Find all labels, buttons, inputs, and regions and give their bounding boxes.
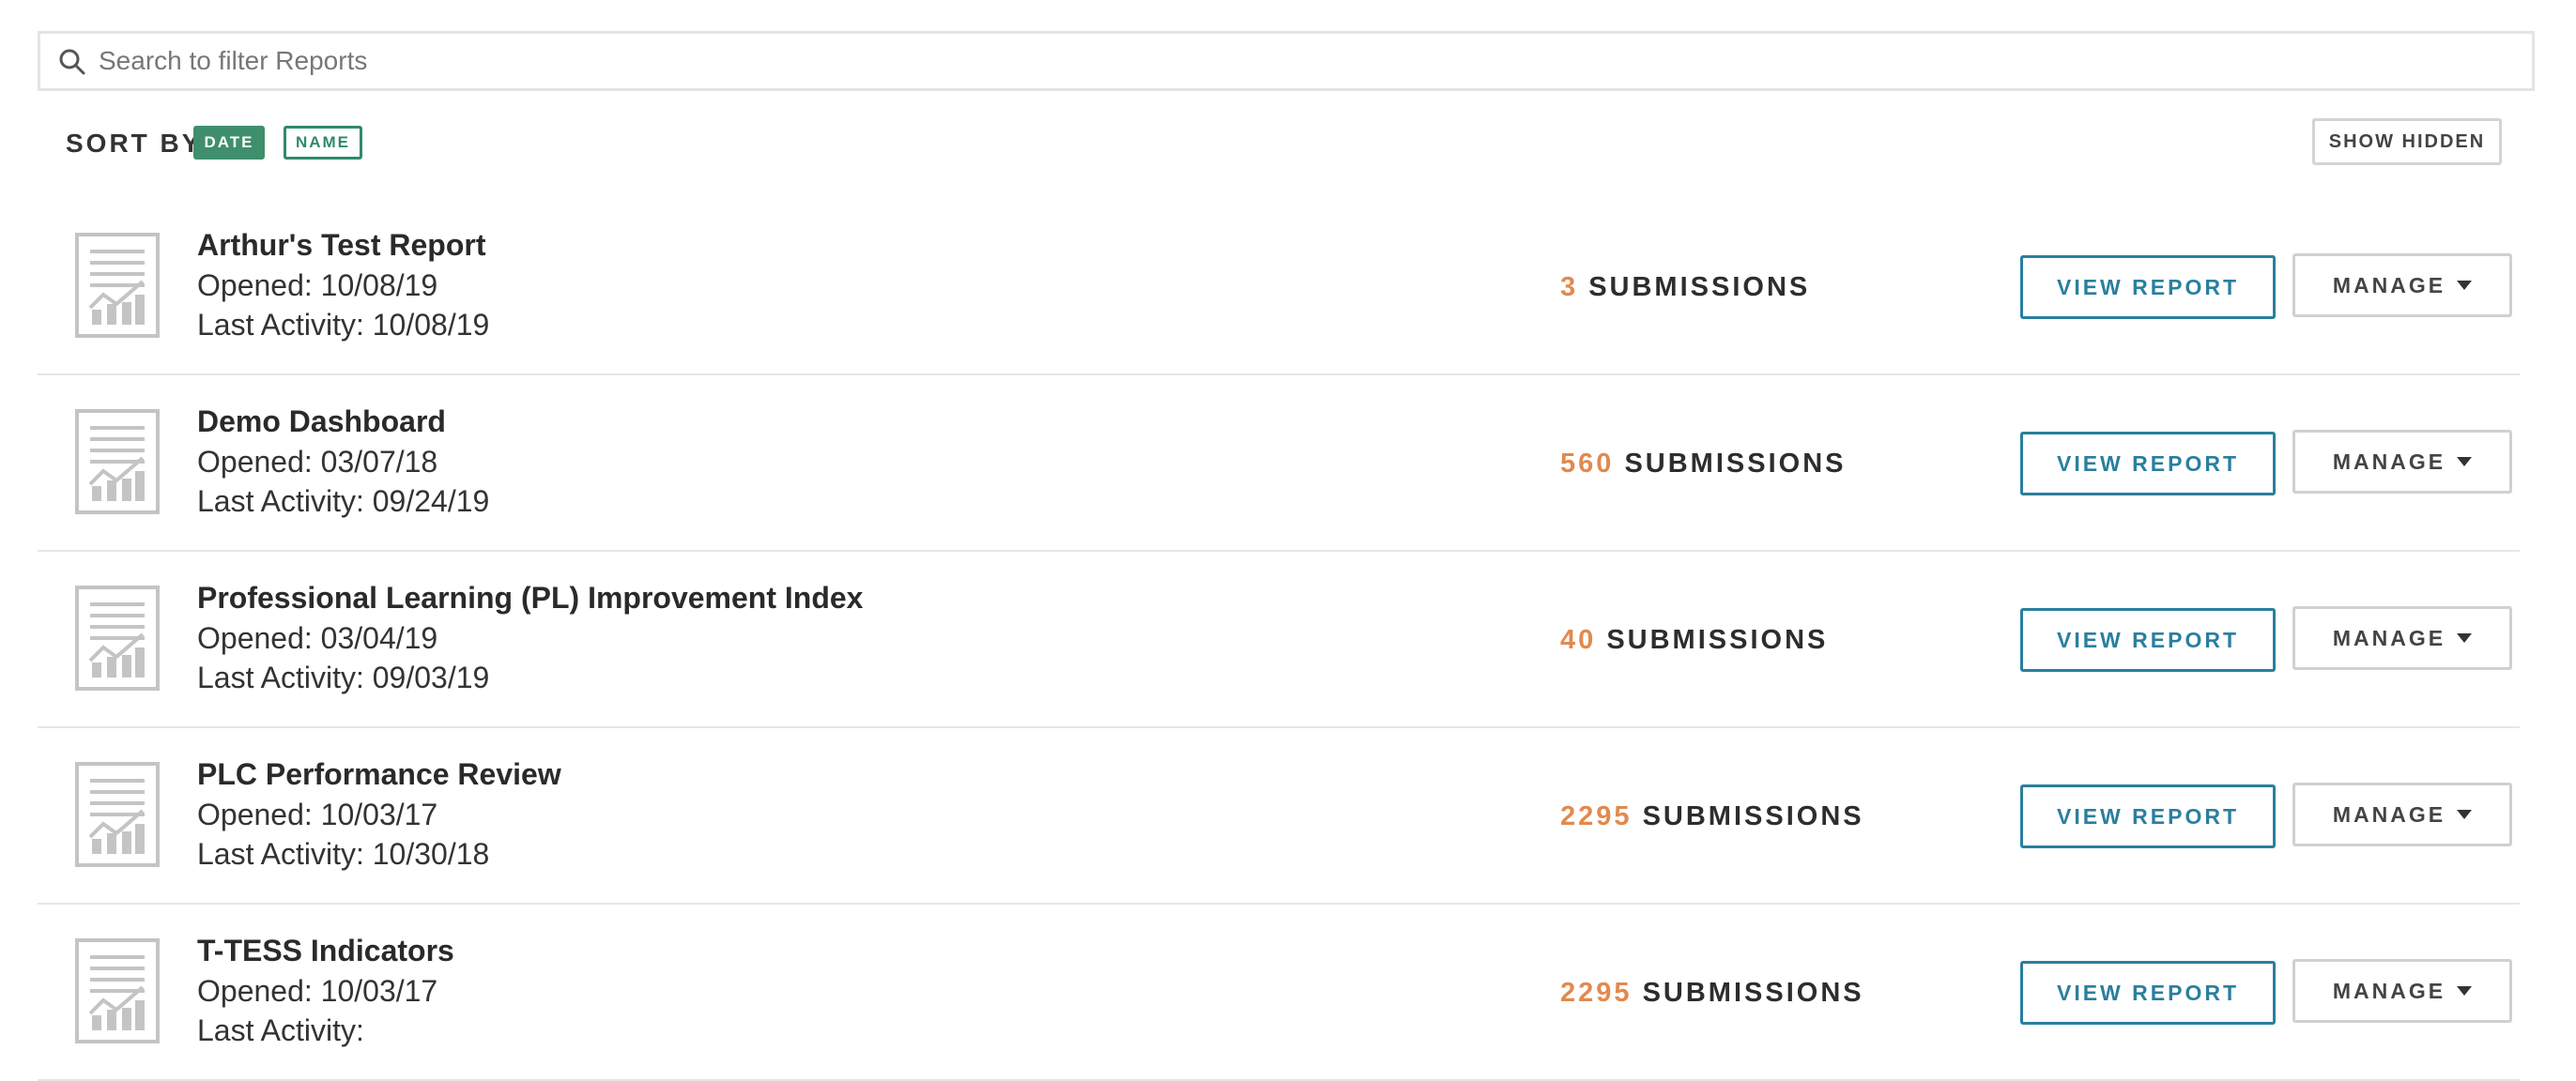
view-report-button[interactable]: VIEW REPORT	[2020, 608, 2276, 672]
view-report-button[interactable]: VIEW REPORT	[2020, 255, 2276, 319]
submissions-count: 2295	[1560, 978, 1633, 1008]
manage-button-label: MANAGE	[2332, 978, 2446, 1003]
submissions-count: 2295	[1560, 801, 1633, 831]
submissions-summary: 2295 SUBMISSIONS	[1560, 978, 1864, 1009]
caret-down-icon	[2457, 633, 2473, 643]
manage-button-label: MANAGE	[2332, 801, 2446, 827]
submissions-count: 3	[1560, 272, 1579, 302]
submissions-label: SUBMISSIONS	[1606, 625, 1829, 655]
caret-down-icon	[2457, 810, 2473, 819]
report-document-icon	[75, 938, 160, 1043]
submissions-label: SUBMISSIONS	[1642, 978, 1864, 1008]
report-title[interactable]: Arthur's Test Report	[197, 228, 485, 263]
report-opened-date: Opened: 10/03/17	[197, 798, 438, 831]
report-last-activity: Last Activity: 09/03/19	[197, 661, 490, 694]
manage-button[interactable]: MANAGE	[2292, 783, 2512, 846]
report-document-icon	[75, 762, 160, 867]
manage-button-label: MANAGE	[2332, 272, 2446, 297]
sort-name-button[interactable]: NAME	[284, 126, 362, 160]
report-document-icon	[75, 233, 160, 338]
manage-button[interactable]: MANAGE	[2292, 959, 2512, 1023]
report-title[interactable]: Demo Dashboard	[197, 404, 446, 439]
submissions-label: SUBMISSIONS	[1588, 272, 1811, 302]
report-opened-date: Opened: 03/04/19	[197, 621, 438, 655]
report-document-icon	[75, 586, 160, 691]
submissions-count: 40	[1560, 625, 1597, 655]
reports-page: SORT BY DATE NAME SHOW HIDDEN Arthur's T…	[0, 0, 2576, 1081]
caret-down-icon	[2457, 986, 2473, 996]
report-list: Arthur's Test Report Opened: 10/08/19 La…	[38, 199, 2520, 1081]
submissions-summary: 3 SUBMISSIONS	[1560, 272, 1810, 303]
report-title[interactable]: T-TESS Indicators	[197, 934, 454, 968]
submissions-label: SUBMISSIONS	[1642, 801, 1864, 831]
sort-by-label: SORT BY	[66, 129, 203, 158]
manage-button-label: MANAGE	[2332, 449, 2446, 474]
report-row: Arthur's Test Report Opened: 10/08/19 La…	[38, 199, 2520, 375]
report-opened-date: Opened: 10/03/17	[197, 974, 438, 1008]
submissions-summary: 40 SUBMISSIONS	[1560, 625, 1828, 656]
report-title[interactable]: PLC Performance Review	[197, 757, 561, 792]
report-document-icon	[75, 409, 160, 514]
report-row: T-TESS Indicators Opened: 10/03/17 Last …	[38, 905, 2520, 1081]
report-row: PLC Performance Review Opened: 10/03/17 …	[38, 728, 2520, 905]
sort-date-button[interactable]: DATE	[193, 126, 265, 160]
report-title[interactable]: Professional Learning (PL) Improvement I…	[197, 581, 863, 616]
view-report-button[interactable]: VIEW REPORT	[2020, 432, 2276, 495]
search-input[interactable]	[97, 39, 2504, 83]
report-opened-date: Opened: 03/07/18	[197, 445, 438, 479]
submissions-summary: 560 SUBMISSIONS	[1560, 449, 1846, 480]
search-bar[interactable]	[38, 31, 2535, 91]
manage-button[interactable]: MANAGE	[2292, 606, 2512, 670]
manage-button[interactable]: MANAGE	[2292, 430, 2512, 494]
view-report-button[interactable]: VIEW REPORT	[2020, 784, 2276, 848]
submissions-label: SUBMISSIONS	[1624, 449, 1847, 479]
report-last-activity: Last Activity:	[197, 1013, 364, 1047]
view-report-button[interactable]: VIEW REPORT	[2020, 961, 2276, 1025]
manage-button[interactable]: MANAGE	[2292, 253, 2512, 317]
report-row: Professional Learning (PL) Improvement I…	[38, 552, 2520, 728]
caret-down-icon	[2457, 281, 2473, 290]
report-last-activity: Last Activity: 10/08/19	[197, 308, 490, 342]
report-last-activity: Last Activity: 09/24/19	[197, 484, 490, 518]
submissions-count: 560	[1560, 449, 1615, 479]
report-last-activity: Last Activity: 10/30/18	[197, 837, 490, 871]
search-icon	[59, 49, 85, 75]
caret-down-icon	[2457, 457, 2473, 466]
show-hidden-button[interactable]: SHOW HIDDEN	[2312, 118, 2502, 165]
report-row: Demo Dashboard Opened: 03/07/18 Last Act…	[38, 375, 2520, 552]
report-opened-date: Opened: 10/08/19	[197, 268, 438, 302]
manage-button-label: MANAGE	[2332, 625, 2446, 650]
submissions-summary: 2295 SUBMISSIONS	[1560, 801, 1864, 832]
